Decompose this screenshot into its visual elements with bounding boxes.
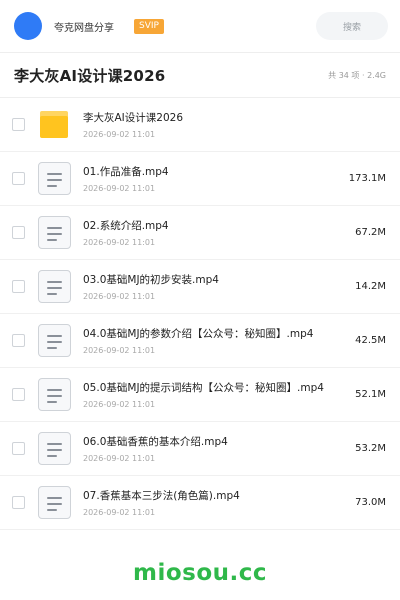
document-icon	[38, 324, 71, 357]
select-checkbox[interactable]	[12, 280, 25, 293]
file-info: 06.0基础香蕉的基本介绍.mp4 2026-09-02 11:01	[83, 434, 347, 463]
file-size: 173.1M	[348, 173, 386, 184]
file-date: 2026-09-02 11:01	[83, 508, 156, 517]
file-date: 2026-09-02 11:01	[83, 184, 156, 193]
file-name: 李大灰AI设计课2026	[83, 112, 184, 124]
folder-meta: 共 34 项 · 2.4G	[328, 70, 386, 80]
file-name: 04.0基础MJ的参数介绍【公众号：秘知圈】.mp4	[83, 328, 314, 340]
avatar[interactable]	[14, 12, 42, 40]
file-name: 06.0基础香蕉的基本介绍.mp4	[83, 436, 228, 448]
file-info: 01.作品准备.mp4 2026-09-02 11:01	[83, 164, 341, 193]
file-info: 04.0基础MJ的参数介绍【公众号：秘知圈】.mp4 2026-09-02 11:…	[83, 326, 347, 355]
select-checkbox[interactable]	[12, 388, 25, 401]
list-item[interactable]: 李大灰AI设计课2026 2026-09-02 11:01	[0, 98, 400, 152]
file-info: 05.0基础MJ的提示词结构【公众号：秘知圈】.mp4 2026-09-02 11…	[83, 380, 347, 409]
file-size: 73.0M	[355, 497, 386, 508]
app-name: 夸克网盘分享	[54, 22, 114, 34]
file-date: 2026-09-02 11:01	[83, 400, 156, 409]
list-item[interactable]: 04.0基础MJ的参数介绍【公众号：秘知圈】.mp4 2026-09-02 11:…	[0, 314, 400, 368]
file-info: 李大灰AI设计课2026 2026-09-02 11:01	[83, 110, 400, 139]
file-date: 2026-09-02 11:01	[83, 292, 156, 301]
file-size: 52.1M	[355, 389, 386, 400]
search-input[interactable]: 搜索	[316, 12, 388, 40]
folder-title-bar: 李大灰AI设计课2026 共 34 项 · 2.4G	[0, 52, 400, 98]
file-info: 02.系统介绍.mp4 2026-09-02 11:01	[83, 218, 347, 247]
select-checkbox[interactable]	[12, 172, 25, 185]
file-name: 07.香蕉基本三步法(角色篇).mp4	[83, 490, 240, 502]
list-item[interactable]: 02.系统介绍.mp4 2026-09-02 11:01 67.2M	[0, 206, 400, 260]
list-item[interactable]: 06.0基础香蕉的基本介绍.mp4 2026-09-02 11:01 53.2M	[0, 422, 400, 476]
search-placeholder: 搜索	[342, 22, 361, 33]
select-checkbox[interactable]	[12, 496, 25, 509]
select-checkbox[interactable]	[12, 118, 25, 131]
file-size: 67.2M	[355, 227, 386, 238]
file-date: 2026-09-02 11:01	[83, 130, 156, 139]
file-name: 01.作品准备.mp4	[83, 166, 169, 178]
file-info: 07.香蕉基本三步法(角色篇).mp4 2026-09-02 11:01	[83, 488, 347, 517]
list-item[interactable]: 03.0基础MJ的初步安装.mp4 2026-09-02 11:01 14.2M	[0, 260, 400, 314]
document-icon	[38, 162, 71, 195]
file-date: 2026-09-02 11:01	[83, 346, 156, 355]
watermark: miosou.cc	[132, 560, 268, 586]
file-size: 53.2M	[355, 443, 386, 454]
document-icon	[38, 432, 71, 465]
app-header: 夸克网盘分享 SVIP 搜索	[0, 0, 400, 52]
document-icon	[38, 378, 71, 411]
file-date: 2026-09-02 11:01	[83, 238, 156, 247]
document-icon	[38, 270, 71, 303]
select-checkbox[interactable]	[12, 226, 25, 239]
file-list: 李大灰AI设计课2026 2026-09-02 11:01 01.作品准备.mp4 2…	[0, 98, 400, 530]
vip-badge: SVIP	[134, 18, 164, 34]
file-name: 03.0基础MJ的初步安装.mp4	[83, 274, 219, 286]
file-name: 02.系统介绍.mp4	[83, 220, 169, 232]
folder-icon	[38, 108, 71, 141]
list-item[interactable]: 01.作品准备.mp4 2026-09-02 11:01 173.1M	[0, 152, 400, 206]
document-icon	[38, 216, 71, 249]
list-item[interactable]: 05.0基础MJ的提示词结构【公众号：秘知圈】.mp4 2026-09-02 11…	[0, 368, 400, 422]
file-size: 14.2M	[355, 281, 386, 292]
list-item[interactable]: 07.香蕉基本三步法(角色篇).mp4 2026-09-02 11:01 73.0M	[0, 476, 400, 530]
select-checkbox[interactable]	[12, 442, 25, 455]
file-date: 2026-09-02 11:01	[83, 454, 156, 463]
file-info: 03.0基础MJ的初步安装.mp4 2026-09-02 11:01	[83, 272, 347, 301]
document-icon	[38, 486, 71, 519]
select-checkbox[interactable]	[12, 334, 25, 347]
file-size: 42.5M	[355, 335, 386, 346]
page-title: 李大灰AI设计课2026	[14, 66, 166, 85]
file-name: 05.0基础MJ的提示词结构【公众号：秘知圈】.mp4	[83, 382, 324, 394]
